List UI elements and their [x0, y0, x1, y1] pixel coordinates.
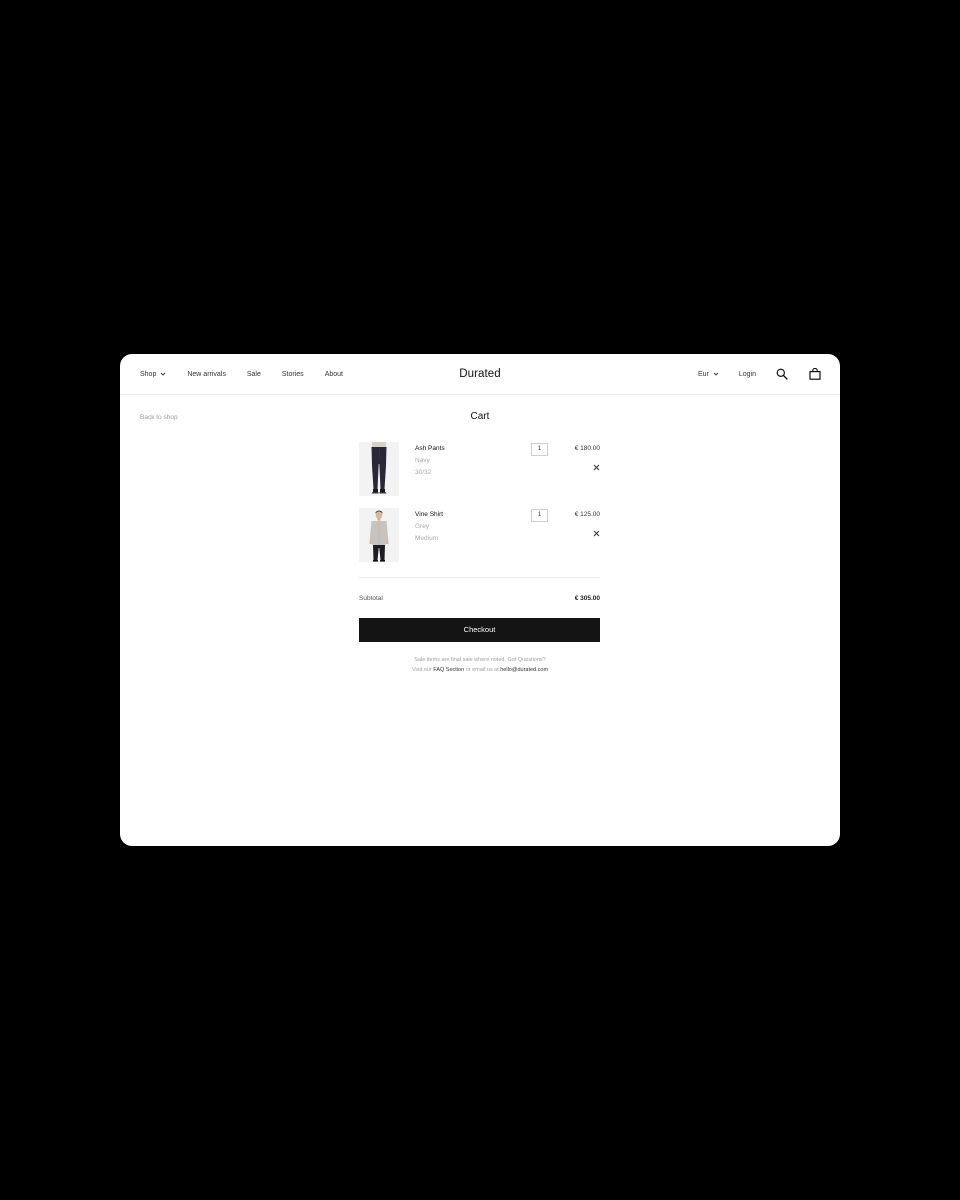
cart-item: Ash Pants Navy 30/32 1 € 180.00 — [359, 442, 600, 496]
login-link[interactable]: Login — [739, 371, 756, 378]
item-price: € 125.00 — [574, 511, 600, 518]
header-tools: Eur Login — [678, 354, 822, 394]
email-link[interactable]: hello@durated.com — [500, 667, 548, 673]
page-title: Cart — [470, 411, 490, 422]
close-icon[interactable] — [593, 464, 600, 471]
nav-sale[interactable]: Sale — [247, 371, 261, 378]
chevron-down-icon — [713, 372, 719, 376]
search-button[interactable] — [775, 367, 789, 381]
nav-stories[interactable]: Stories — [282, 371, 304, 378]
help-note-line-1: Sale items are final sale where noted. G… — [414, 657, 546, 663]
nav-stories-label: Stories — [281, 370, 304, 378]
help-note-middle: or email us at — [465, 667, 499, 673]
search-icon — [776, 368, 788, 380]
item-name[interactable]: Ash Pants — [415, 445, 445, 452]
help-note-prefix: Visit our — [411, 667, 432, 673]
currency-selector[interactable]: Eur — [698, 371, 719, 378]
close-icon[interactable] — [593, 530, 600, 537]
nav-sale-label: Sale — [246, 370, 261, 378]
item-name[interactable]: Vine Shirt — [415, 511, 443, 518]
nav-about[interactable]: About — [325, 371, 343, 378]
site-header: Shop New arrivals Sale Stories About Dur… — [120, 354, 840, 395]
divider — [359, 577, 600, 578]
quantity-input[interactable]: 1 — [531, 443, 548, 456]
shirt-illustration — [359, 508, 399, 562]
shop-window: Shop New arrivals Sale Stories About Dur… — [120, 354, 840, 846]
cart-button[interactable] — [808, 367, 822, 381]
chevron-down-icon — [161, 372, 166, 376]
item-color: Grey — [415, 523, 430, 530]
quantity-input[interactable]: 1 — [531, 509, 548, 522]
cart-item: Vine Shirt Grey Medium 1 € 125.00 — [359, 508, 600, 562]
item-size: Medium — [415, 535, 439, 542]
product-image-shirt[interactable] — [359, 508, 399, 562]
item-price: € 180.00 — [574, 445, 600, 452]
cart-list: Ash Pants Navy 30/32 1 € 180.00 Vine Shi… — [359, 442, 600, 574]
nav-new-arrivals[interactable]: New arrivals — [187, 371, 226, 378]
main-nav: Shop New arrivals Sale Stories About — [140, 354, 364, 394]
currency-label: Eur — [697, 370, 709, 378]
bag-icon — [809, 368, 821, 380]
item-size: 30/32 — [415, 469, 432, 476]
checkout-button[interactable]: Checkout — [359, 618, 600, 642]
nav-new-arrivals-label: New arrivals — [187, 370, 226, 378]
help-note-line-2: Visit our FAQ Section or email us at hel… — [320, 665, 640, 675]
subtotal-label: Subtotal — [359, 595, 383, 602]
faq-link[interactable]: FAQ Section — [433, 667, 464, 673]
nav-shop[interactable]: Shop — [140, 371, 166, 378]
subtotal-value: € 305.00 — [574, 595, 600, 602]
nav-about-label: About — [324, 370, 343, 378]
pants-illustration — [359, 442, 399, 496]
item-color: Navy — [415, 457, 430, 464]
nav-shop-label: Shop — [140, 370, 157, 378]
help-note: Sale items are final sale where noted. G… — [320, 655, 640, 675]
product-image-pants[interactable] — [359, 442, 399, 496]
